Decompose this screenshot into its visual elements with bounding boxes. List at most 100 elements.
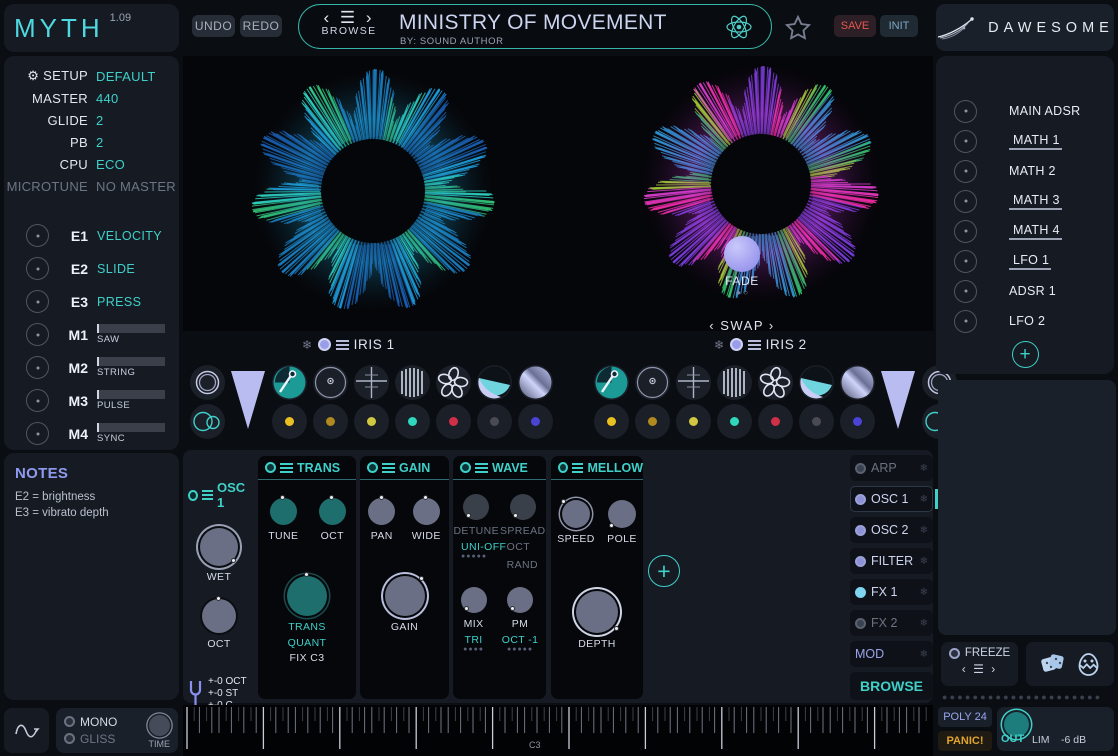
freeze-prev-icon[interactable]: ‹ <box>962 662 968 676</box>
iris-mode-dot[interactable] <box>635 404 670 439</box>
pan-knob[interactable] <box>368 495 396 525</box>
spread-knob[interactable] <box>509 494 536 520</box>
speed-knob[interactable] <box>560 499 590 528</box>
polyphony-button[interactable]: POLY 24 <box>938 707 992 727</box>
iris-mode-slot[interactable] <box>395 365 430 439</box>
module-item-mod[interactable]: MOD ❄ <box>850 641 933 667</box>
time-knob[interactable] <box>148 715 170 736</box>
iris-mode-slot[interactable] <box>635 365 670 439</box>
module-item-fx1[interactable]: FX 1 ❄ <box>850 579 933 605</box>
trans-main-knob-group[interactable]: TRANS QUANT FIX C3 <box>258 572 356 664</box>
wave-card-header[interactable]: WAVE <box>453 456 546 480</box>
wide-knob[interactable] <box>412 495 440 525</box>
trans-knob[interactable] <box>287 572 327 616</box>
setup-row-setup[interactable]: ⚙ SETUP DEFAULT <box>4 65 179 87</box>
iris-mode-slot[interactable] <box>594 365 629 439</box>
circle-icon[interactable] <box>729 338 743 351</box>
setup-row-pb[interactable]: PB 2 <box>4 131 179 153</box>
ring-pair-icon[interactable] <box>190 365 225 439</box>
iris-mode-slot[interactable] <box>436 365 471 439</box>
expression-knob[interactable] <box>26 224 49 247</box>
iris-mode-dot[interactable] <box>594 404 629 439</box>
snowflake-icon[interactable]: ❄ <box>920 556 928 567</box>
setup-row-value[interactable]: 2 <box>96 113 104 128</box>
mod-source-knob[interactable] <box>954 309 977 333</box>
expression-row-e3[interactable]: E3 PRESS <box>4 285 179 318</box>
gain-knob[interactable] <box>384 576 425 616</box>
freeze-next-icon[interactable]: › <box>991 662 997 676</box>
hamburger-icon[interactable] <box>572 461 584 475</box>
snowflake-icon[interactable]: ❄ <box>302 338 313 352</box>
gain-main-knob-group[interactable]: GAIN <box>360 576 449 633</box>
swap-prev-icon[interactable]: ‹ <box>709 318 715 331</box>
module-power-icon[interactable] <box>855 493 866 505</box>
mellow-card[interactable]: MELLOW SPEED POLE DEPTH <box>551 456 643 699</box>
save-button[interactable]: SAVE <box>834 15 876 37</box>
gain-power-icon[interactable] <box>367 462 378 473</box>
gliss-toggle[interactable]: GLISS <box>64 730 149 747</box>
setup-row-glide[interactable]: GLIDE 2 <box>4 109 179 131</box>
wave-power-icon[interactable] <box>460 462 471 473</box>
mod-source-knob[interactable] <box>954 129 977 153</box>
oct-knob-group[interactable]: OCT <box>188 596 250 650</box>
wide-knob-group[interactable]: WIDE <box>412 495 441 542</box>
undo-button[interactable]: UNDO <box>192 15 235 37</box>
hamburger-icon[interactable] <box>475 461 488 475</box>
macro-slider[interactable]: PULSE <box>97 390 165 411</box>
expression-knob[interactable] <box>26 290 49 313</box>
rotor-icon[interactable] <box>272 365 307 400</box>
oscillator-visualizer[interactable]: FADE ● ○ ‹ SWAP › <box>183 56 933 331</box>
cross-icon[interactable] <box>354 365 389 400</box>
macro-knob[interactable] <box>26 323 49 346</box>
wave-card[interactable]: WAVE DETUNE SPREAD UNI-OFF ●●●●● OCT RAN… <box>453 456 546 699</box>
mod-source-item[interactable]: LFO 2 <box>936 306 1114 336</box>
snowflake-icon[interactable]: ❄ <box>920 587 928 598</box>
expression-value[interactable]: VELOCITY <box>97 229 162 243</box>
limiter-label[interactable]: LIM <box>1032 734 1050 746</box>
expression-value[interactable]: PRESS <box>97 295 141 309</box>
preset-browse-nav[interactable]: ‹ ☰ › BROWSE <box>313 8 385 37</box>
freeze-panel[interactable]: FREEZE ‹ ☰ › <box>941 642 1018 686</box>
mod-source-item[interactable]: ADSR 1 <box>936 276 1114 306</box>
iris-mode-slot[interactable] <box>272 365 307 439</box>
triangle-icon[interactable] <box>881 365 916 439</box>
iris-mode-dot[interactable] <box>395 404 430 439</box>
gliss-power-icon[interactable] <box>64 733 75 744</box>
hamburger-icon[interactable] <box>335 338 349 352</box>
voice-mode-panel[interactable]: MONO GLISS TIME <box>56 708 178 753</box>
iris-mode-dot[interactable] <box>518 404 553 439</box>
iris-mode-dot[interactable] <box>676 404 711 439</box>
iris-mode-dot[interactable] <box>758 404 793 439</box>
setup-row-cpu[interactable]: CPU ECO <box>4 153 179 175</box>
tune-knob[interactable] <box>269 495 297 525</box>
detune-knob-group[interactable]: DETUNE <box>453 494 499 537</box>
iris-mode-dot[interactable] <box>313 404 348 439</box>
setup-row-value[interactable]: ECO <box>96 157 125 172</box>
gain-card[interactable]: GAIN PAN WIDE GAIN <box>360 456 449 699</box>
module-item-filter[interactable]: FILTER ❄ <box>850 548 933 574</box>
snowflake-icon[interactable]: ❄ <box>920 463 928 474</box>
mod-source-panel[interactable]: MAIN ADSR MATH 1 MATH 2 MATH 3 MATH 4 LF… <box>936 56 1114 374</box>
mod-source-knob[interactable] <box>954 279 977 303</box>
pole-knob-group[interactable]: POLE <box>607 500 637 545</box>
snowflake-icon[interactable]: ❄ <box>920 649 928 660</box>
mix-value[interactable]: TRI <box>461 634 487 646</box>
mod-source-item[interactable]: LFO 1 <box>936 246 1114 276</box>
hamburger-icon[interactable] <box>280 461 293 475</box>
fade-knob[interactable] <box>724 236 760 272</box>
keyboard-strip[interactable] <box>183 705 933 756</box>
expression-value[interactable]: SLIDE <box>97 262 135 276</box>
swap-label[interactable]: SWAP <box>720 318 764 331</box>
orbit-icon[interactable] <box>635 365 670 400</box>
init-button[interactable]: INIT <box>880 15 918 37</box>
module-power-icon[interactable] <box>855 586 866 598</box>
mod-source-item[interactable]: MATH 3 <box>936 186 1114 216</box>
favorite-star-icon[interactable] <box>784 14 812 47</box>
macro-slider-track[interactable] <box>97 357 165 366</box>
spread-mode-group[interactable]: OCT RAND <box>507 541 538 571</box>
mono-power-icon[interactable] <box>64 716 75 727</box>
module-power-icon[interactable] <box>855 617 866 629</box>
trans-card-header[interactable]: TRANS <box>258 456 356 480</box>
iris-mode-dot[interactable] <box>272 404 307 439</box>
circle-icon[interactable] <box>317 338 331 351</box>
